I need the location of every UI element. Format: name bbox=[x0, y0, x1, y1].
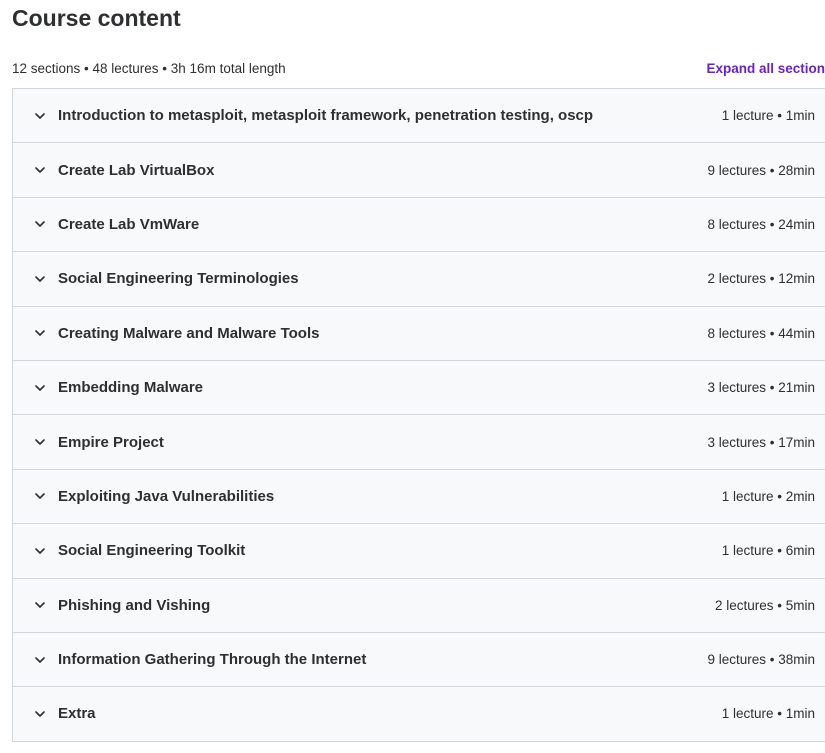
section-meta: 8 lectures • 44min bbox=[707, 325, 815, 341]
section-title: Phishing and Vishing bbox=[58, 596, 211, 614]
section-item[interactable]: Create Lab VirtualBox 9 lectures • 28min bbox=[13, 143, 825, 198]
course-summary-row: 12 sections • 48 lectures • 3h 16m total… bbox=[12, 58, 825, 78]
section-title: Social Engineering Toolkit bbox=[58, 542, 246, 560]
section-item[interactable]: Social Engineering Terminologies 2 lectu… bbox=[13, 252, 825, 307]
section-title: Exploiting Java Vulnerabilities bbox=[58, 487, 275, 505]
section-item[interactable]: Creating Malware and Malware Tools 8 lec… bbox=[13, 306, 825, 361]
section-item[interactable]: Social Engineering Toolkit 1 lecture • 6… bbox=[13, 524, 825, 579]
section-title: Information Gathering Through the Intern… bbox=[58, 651, 367, 669]
section-title: Creating Malware and Malware Tools bbox=[58, 324, 320, 342]
chevron-down-icon bbox=[33, 435, 47, 449]
section-meta: 1 lecture • 1min bbox=[721, 706, 815, 722]
section-meta: 3 lectures • 21min bbox=[707, 380, 815, 396]
chevron-down-icon bbox=[33, 544, 47, 558]
chevron-down-icon bbox=[33, 272, 47, 286]
chevron-down-icon bbox=[33, 489, 47, 503]
section-meta: 1 lecture • 2min bbox=[721, 488, 815, 504]
section-meta: 1 lecture • 6min bbox=[721, 543, 815, 559]
chevron-down-icon bbox=[33, 707, 47, 721]
section-item[interactable]: Create Lab VmWare 8 lectures • 24min bbox=[13, 197, 825, 253]
section-title: Introduction to metasploit, metasploit f… bbox=[58, 107, 594, 125]
chevron-down-icon bbox=[33, 598, 47, 612]
section-item[interactable]: Empire Project 3 lectures • 17min bbox=[13, 415, 825, 470]
course-summary: 12 sections • 48 lectures • 3h 16m total… bbox=[12, 60, 286, 76]
section-title: Create Lab VirtualBox bbox=[58, 161, 215, 179]
page-title: Course content bbox=[12, 5, 181, 31]
expand-all-sections-button[interactable]: Expand all section bbox=[706, 61, 825, 76]
section-item[interactable]: Extra 1 lecture • 1min bbox=[13, 687, 825, 742]
section-meta: 1 lecture • 1min bbox=[721, 108, 815, 124]
section-title: Social Engineering Terminologies bbox=[58, 270, 299, 288]
section-item[interactable]: Information Gathering Through the Intern… bbox=[13, 632, 825, 688]
section-title: Embedding Malware bbox=[58, 379, 204, 397]
section-meta: 2 lectures • 5min bbox=[714, 597, 815, 613]
section-title: Empire Project bbox=[58, 433, 164, 451]
chevron-down-icon bbox=[33, 109, 47, 123]
section-list: Introduction to metasploit, metasploit f… bbox=[12, 88, 825, 742]
chevron-down-icon bbox=[33, 381, 47, 395]
section-meta: 9 lectures • 28min bbox=[707, 162, 815, 178]
section-meta: 9 lectures • 38min bbox=[707, 652, 815, 668]
chevron-down-icon bbox=[33, 653, 47, 667]
section-title: Create Lab VmWare bbox=[58, 215, 200, 233]
chevron-down-icon bbox=[33, 217, 47, 231]
section-item[interactable]: Introduction to metasploit, metasploit f… bbox=[13, 89, 825, 144]
section-meta: 8 lectures • 24min bbox=[707, 216, 815, 232]
chevron-down-icon bbox=[33, 163, 47, 177]
section-item[interactable]: Exploiting Java Vulnerabilities 1 lectur… bbox=[13, 469, 825, 525]
chevron-down-icon bbox=[33, 326, 47, 340]
section-item[interactable]: Phishing and Vishing 2 lectures • 5min bbox=[13, 578, 825, 633]
section-meta: 2 lectures • 12min bbox=[707, 271, 815, 287]
section-item[interactable]: Embedding Malware 3 lectures • 21min bbox=[13, 360, 825, 416]
section-title: Extra bbox=[58, 705, 96, 723]
section-meta: 3 lectures • 17min bbox=[707, 434, 815, 450]
